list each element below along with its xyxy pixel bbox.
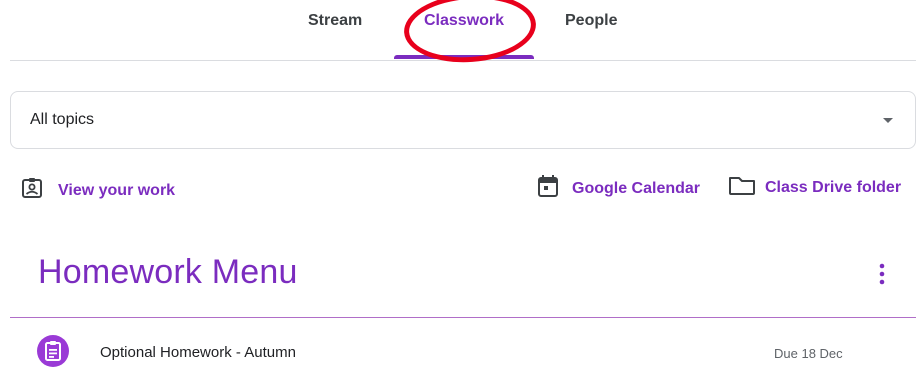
class-drive-folder-label: Class Drive folder bbox=[765, 178, 902, 196]
assignment-ind-icon bbox=[21, 177, 43, 204]
folder-icon bbox=[728, 174, 756, 201]
dropdown-arrow-icon bbox=[883, 118, 893, 123]
assignment-title: Optional Homework - Autumn bbox=[100, 344, 296, 361]
assignment-row[interactable]: Optional Homework - Autumn Due 18 Dec bbox=[0, 325, 918, 371]
section-more-button[interactable] bbox=[872, 262, 892, 286]
assignment-due-date: Due 18 Dec bbox=[774, 346, 843, 361]
section-divider bbox=[10, 317, 916, 318]
google-calendar-label: Google Calendar bbox=[572, 179, 701, 197]
topic-filter-value: All topics bbox=[30, 111, 95, 128]
tab-stream[interactable]: Stream bbox=[308, 12, 362, 30]
assignment-icon bbox=[37, 335, 69, 367]
more-vert-icon bbox=[879, 263, 885, 285]
tab-bar-divider bbox=[10, 60, 916, 61]
tab-classwork[interactable]: Classwork bbox=[424, 12, 504, 30]
view-your-work-link[interactable]: View your work bbox=[21, 177, 175, 204]
active-tab-indicator bbox=[394, 55, 534, 59]
topic-filter-dropdown[interactable]: All topics bbox=[10, 91, 916, 149]
view-your-work-label: View your work bbox=[58, 181, 176, 199]
tab-bar: Stream Classwork People bbox=[0, 0, 918, 67]
class-drive-folder-link[interactable]: Class Drive folder bbox=[728, 174, 901, 201]
calendar-icon bbox=[537, 174, 559, 203]
google-calendar-link[interactable]: Google Calendar bbox=[537, 174, 700, 203]
section-title: Homework Menu bbox=[38, 253, 298, 291]
tab-people[interactable]: People bbox=[565, 12, 617, 30]
